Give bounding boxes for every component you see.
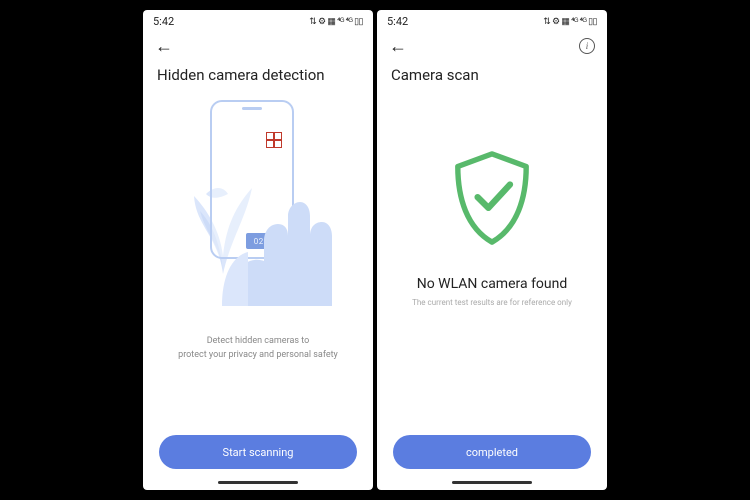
nav-bar: ← i (377, 32, 607, 60)
content-area: 02:36 Detect hidden cameras to protect y… (143, 88, 373, 435)
page-title: Camera scan (377, 60, 607, 88)
status-bar: 5:42 ⇅ ⚙ ▦ ⁴ᴳ ⁴ᴳ ▯▯ (377, 10, 607, 32)
result-title: No WLAN camera found (417, 276, 568, 292)
home-indicator[interactable] (452, 481, 532, 484)
home-indicator[interactable] (218, 481, 298, 484)
result-subtitle: The current test results are for referen… (412, 298, 572, 307)
viewfinder-icon (266, 132, 282, 148)
completed-button[interactable]: completed (393, 435, 591, 469)
illustration: 02:36 (168, 96, 348, 306)
page-title: Hidden camera detection (143, 60, 373, 88)
status-time: 5:42 (387, 15, 408, 28)
content-area: No WLAN camera found The current test re… (377, 88, 607, 435)
nav-bar: ← (143, 32, 373, 60)
info-icon[interactable]: i (579, 38, 595, 54)
back-arrow-icon[interactable]: ← (155, 36, 173, 57)
shield-check-icon (447, 148, 537, 248)
start-scanning-button[interactable]: Start scanning (159, 435, 357, 469)
hand-icon (204, 176, 344, 306)
status-indicators: ⇅ ⚙ ▦ ⁴ᴳ ⁴ᴳ ▯▯ (543, 16, 597, 27)
screen-hidden-camera-detection: 5:42 ⇅ ⚙ ▦ ⁴ᴳ ⁴ᴳ ▯▯ ← Hidden camera dete… (143, 10, 373, 490)
screen-camera-scan: 5:42 ⇅ ⚙ ▦ ⁴ᴳ ⁴ᴳ ▯▯ ← i Camera scan No W… (377, 10, 607, 490)
status-indicators: ⇅ ⚙ ▦ ⁴ᴳ ⁴ᴳ ▯▯ (309, 16, 363, 27)
caption: Detect hidden cameras to protect your pr… (158, 334, 358, 363)
caption-line1: Detect hidden cameras to (178, 334, 338, 348)
caption-line2: protect your privacy and personal safety (178, 348, 338, 362)
status-bar: 5:42 ⇅ ⚙ ▦ ⁴ᴳ ⁴ᴳ ▯▯ (143, 10, 373, 32)
status-time: 5:42 (153, 15, 174, 28)
back-arrow-icon[interactable]: ← (389, 36, 407, 57)
